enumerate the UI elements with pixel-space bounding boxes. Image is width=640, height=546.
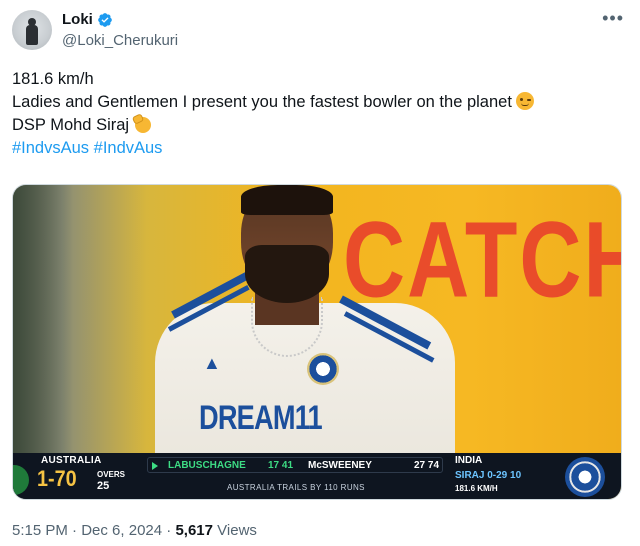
- tweet-meta: 5:15 PM · Dec 6, 2024 · 5,617 Views: [12, 522, 257, 539]
- bowling-team: INDIA: [455, 455, 483, 466]
- meta-separator: ·: [67, 522, 82, 539]
- author-handle[interactable]: @Loki_Cherukuri: [62, 32, 178, 49]
- meta-separator: ·: [162, 522, 176, 539]
- tweet-time[interactable]: 5:15 PM: [12, 522, 68, 539]
- australia-flag-icon: [13, 465, 29, 495]
- author-name-row: Loki: [62, 11, 113, 28]
- on-strike-icon: [152, 462, 158, 470]
- author-name[interactable]: Loki: [62, 11, 93, 28]
- batter1-score: 17 41: [268, 460, 294, 471]
- player-hair: [241, 185, 333, 215]
- views-label: Views: [213, 522, 257, 539]
- batter2-score: 27 74: [414, 460, 440, 471]
- verified-badge-icon: [98, 12, 112, 27]
- tweet-line-name: DSP Mohd Siraj: [12, 113, 628, 137]
- bcci-logo-icon: [565, 457, 605, 497]
- overs-label: OVERS: [97, 470, 126, 479]
- tweet-date[interactable]: Dec 6, 2024: [81, 522, 162, 539]
- bowling-speed: 181.6 KM/H: [455, 484, 498, 493]
- jersey-sponsor-text: DREAM11: [199, 399, 323, 437]
- batting-team: AUSTRALIA: [41, 455, 102, 466]
- hashtag-link-indvaus[interactable]: #IndvAus: [94, 139, 163, 157]
- more-options-icon[interactable]: •••: [602, 8, 624, 29]
- winking-face-icon: [515, 92, 534, 110]
- avatar[interactable]: [12, 10, 52, 50]
- batters-panel: LABUSCHAGNE 17 41 McSWEENEY 27 74: [147, 457, 443, 473]
- player-figure: ▲ DREAM11: [145, 185, 465, 499]
- batter2-name: McSWEENEY: [308, 460, 372, 471]
- hashtag-link-indvsaus[interactable]: #IndvsAus: [12, 139, 89, 157]
- batter1-name: LABUSCHAGNE: [168, 460, 246, 471]
- bowler-figures: SIRAJ 0-29 10: [455, 470, 522, 481]
- tweet-card: Loki @Loki_Cherukuri ••• 181.6 km/h Ladi…: [0, 0, 640, 546]
- saluting-face-icon: [131, 113, 153, 133]
- tweet-text: 181.6 km/h Ladies and Gentlemen I presen…: [12, 68, 628, 160]
- media-left-shadow: [13, 185, 73, 499]
- trail-text: AUSTRALIA TRAILS BY 110 RUNS: [227, 483, 365, 492]
- overs-value: 25: [97, 480, 110, 492]
- tweet-line-announcement: Ladies and Gentlemen I present you the f…: [12, 91, 628, 114]
- tweet-line-name-text: DSP Mohd Siraj: [12, 116, 130, 134]
- adidas-logo-icon: ▲: [203, 353, 221, 373]
- player-beard: [245, 245, 329, 303]
- tweet-line-speed: 181.6 km/h: [12, 70, 94, 88]
- bcci-crest-icon: [307, 353, 339, 385]
- avatar-figure-body: [26, 25, 38, 45]
- tweet-media-image[interactable]: CATCH ▲ DREAM11 AUSTRALIA 1-70 OVERS 25: [12, 184, 622, 500]
- tweet-hashtags: #IndvsAus #IndvAus: [12, 137, 628, 160]
- tv-scoreboard: AUSTRALIA 1-70 OVERS 25 LABUSCHAGNE 17 4…: [13, 453, 621, 499]
- team-score: 1-70: [37, 466, 77, 491]
- tweet-line-announcement-text: Ladies and Gentlemen I present you the f…: [12, 93, 512, 111]
- views-count[interactable]: 5,617: [175, 522, 213, 539]
